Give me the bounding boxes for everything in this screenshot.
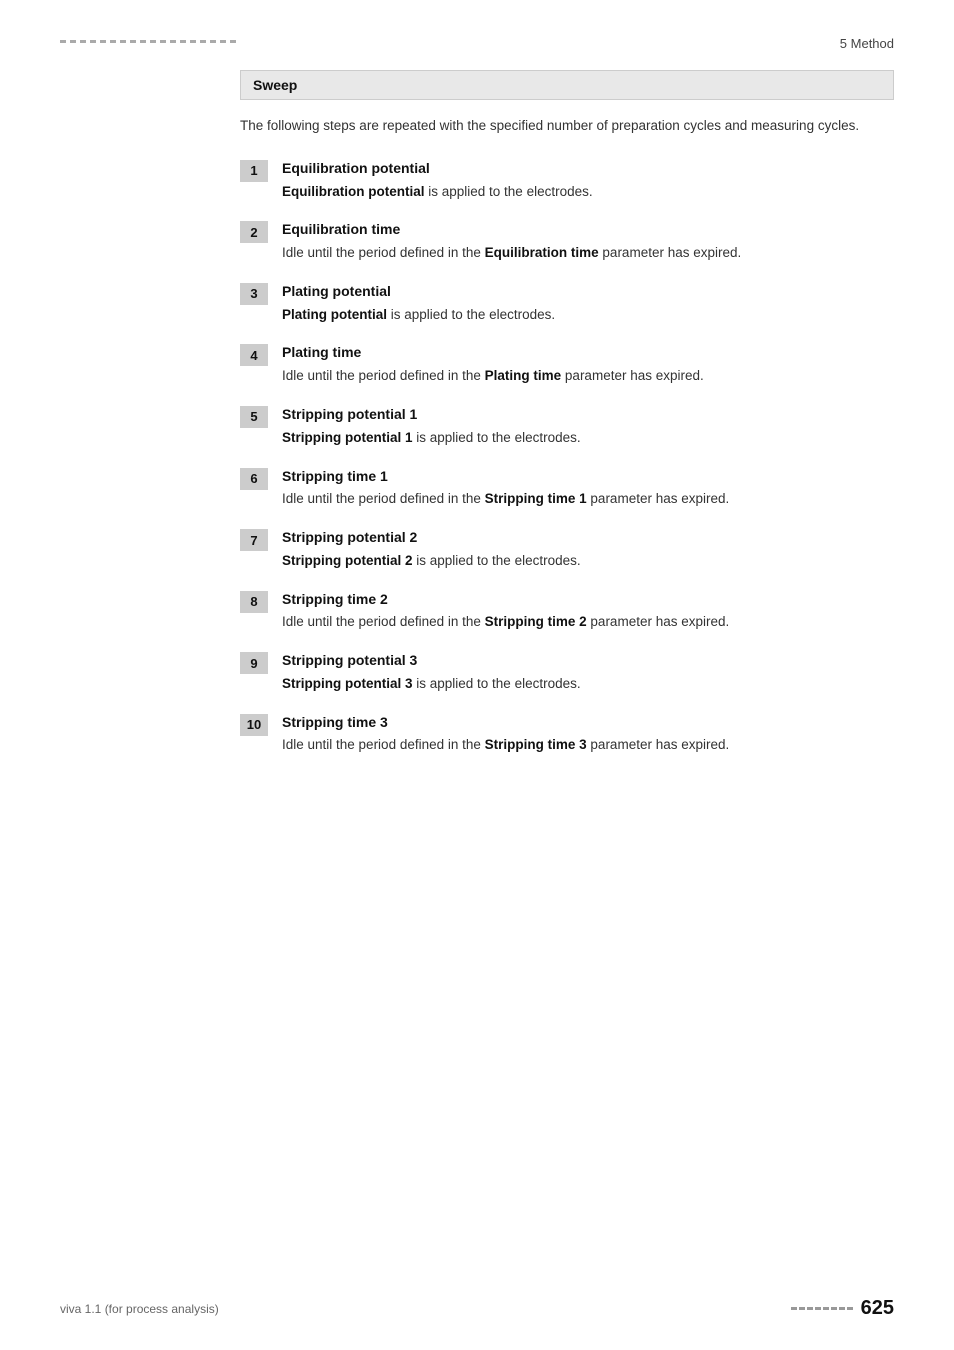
step-title-1: Equilibration potential <box>282 159 894 179</box>
step-content-4: Plating time Idle until the period defin… <box>282 343 894 387</box>
step-number-10: 10 <box>240 714 268 736</box>
step-desc-10: Idle until the period defined in the Str… <box>282 735 894 756</box>
step-item-6: 6 Stripping time 1 Idle until the period… <box>240 467 894 511</box>
step-number-6: 6 <box>240 468 268 490</box>
step-desc-3: Plating potential is applied to the elec… <box>282 305 894 326</box>
step-item-1: 1 Equilibration potential Equilibration … <box>240 159 894 203</box>
step-number-5: 5 <box>240 406 268 428</box>
step-content-2: Equilibration time Idle until the period… <box>282 220 894 264</box>
step-title-2: Equilibration time <box>282 220 894 240</box>
step-number-3: 3 <box>240 283 268 305</box>
step-bold-4: Plating time <box>485 368 562 383</box>
step-content-9: Stripping potential 3 Stripping potentia… <box>282 651 894 695</box>
step-item-3: 3 Plating potential Plating potential is… <box>240 282 894 326</box>
step-desc-1: Equilibration potential is applied to th… <box>282 182 894 203</box>
main-content: Sweep The following steps are repeated w… <box>240 70 894 1270</box>
step-number-4: 4 <box>240 344 268 366</box>
step-number-7: 7 <box>240 529 268 551</box>
step-desc-6: Idle until the period defined in the Str… <box>282 489 894 510</box>
step-item-4: 4 Plating time Idle until the period def… <box>240 343 894 387</box>
sweep-box: Sweep <box>240 70 894 100</box>
step-title-9: Stripping potential 3 <box>282 651 894 671</box>
footer-page-number: 625 <box>861 1297 894 1320</box>
top-decoration-line <box>60 40 240 43</box>
step-title-10: Stripping time 3 <box>282 713 894 733</box>
step-title-6: Stripping time 1 <box>282 467 894 487</box>
step-title-5: Stripping potential 1 <box>282 405 894 425</box>
step-title-7: Stripping potential 2 <box>282 528 894 548</box>
step-bold-3: Plating potential <box>282 307 387 322</box>
step-content-10: Stripping time 3 Idle until the period d… <box>282 713 894 757</box>
step-bold-8: Stripping time 2 <box>485 614 587 629</box>
step-bold-7: Stripping potential 2 <box>282 553 413 568</box>
step-title-3: Plating potential <box>282 282 894 302</box>
step-desc-4: Idle until the period defined in the Pla… <box>282 366 894 387</box>
step-bold-6: Stripping time 1 <box>485 491 587 506</box>
footer-dots <box>791 1307 853 1310</box>
step-bold-5: Stripping potential 1 <box>282 430 413 445</box>
step-content-7: Stripping potential 2 Stripping potentia… <box>282 528 894 572</box>
step-number-1: 1 <box>240 160 268 182</box>
step-bold-10: Stripping time 3 <box>485 737 587 752</box>
step-item-8: 8 Stripping time 2 Idle until the period… <box>240 590 894 634</box>
footer-right: 625 <box>791 1297 894 1320</box>
step-item-9: 9 Stripping potential 3 Stripping potent… <box>240 651 894 695</box>
step-desc-7: Stripping potential 2 is applied to the … <box>282 551 894 572</box>
step-desc-9: Stripping potential 3 is applied to the … <box>282 674 894 695</box>
step-item-2: 2 Equilibration time Idle until the peri… <box>240 220 894 264</box>
step-title-4: Plating time <box>282 343 894 363</box>
step-content-1: Equilibration potential Equilibration po… <box>282 159 894 203</box>
step-item-10: 10 Stripping time 3 Idle until the perio… <box>240 713 894 757</box>
step-bold-1: Equilibration potential <box>282 184 425 199</box>
footer-product-label: viva 1.1 (for process analysis) <box>60 1302 219 1316</box>
step-content-5: Stripping potential 1 Stripping potentia… <box>282 405 894 449</box>
step-item-5: 5 Stripping potential 1 Stripping potent… <box>240 405 894 449</box>
page-footer: viva 1.1 (for process analysis) 625 <box>60 1297 894 1320</box>
step-title-8: Stripping time 2 <box>282 590 894 610</box>
steps-list: 1 Equilibration potential Equilibration … <box>240 159 894 774</box>
step-number-2: 2 <box>240 221 268 243</box>
step-bold-9: Stripping potential 3 <box>282 676 413 691</box>
step-item-7: 7 Stripping potential 2 Stripping potent… <box>240 528 894 572</box>
step-bold-2: Equilibration time <box>485 245 599 260</box>
sweep-title: Sweep <box>253 77 297 93</box>
header-section-label: 5 Method <box>840 36 894 51</box>
step-content-8: Stripping time 2 Idle until the period d… <box>282 590 894 634</box>
step-desc-5: Stripping potential 1 is applied to the … <box>282 428 894 449</box>
step-number-9: 9 <box>240 652 268 674</box>
step-desc-2: Idle until the period defined in the Equ… <box>282 243 894 264</box>
step-number-8: 8 <box>240 591 268 613</box>
step-content-6: Stripping time 1 Idle until the period d… <box>282 467 894 511</box>
step-content-3: Plating potential Plating potential is a… <box>282 282 894 326</box>
intro-paragraph: The following steps are repeated with th… <box>240 116 894 137</box>
step-desc-8: Idle until the period defined in the Str… <box>282 612 894 633</box>
